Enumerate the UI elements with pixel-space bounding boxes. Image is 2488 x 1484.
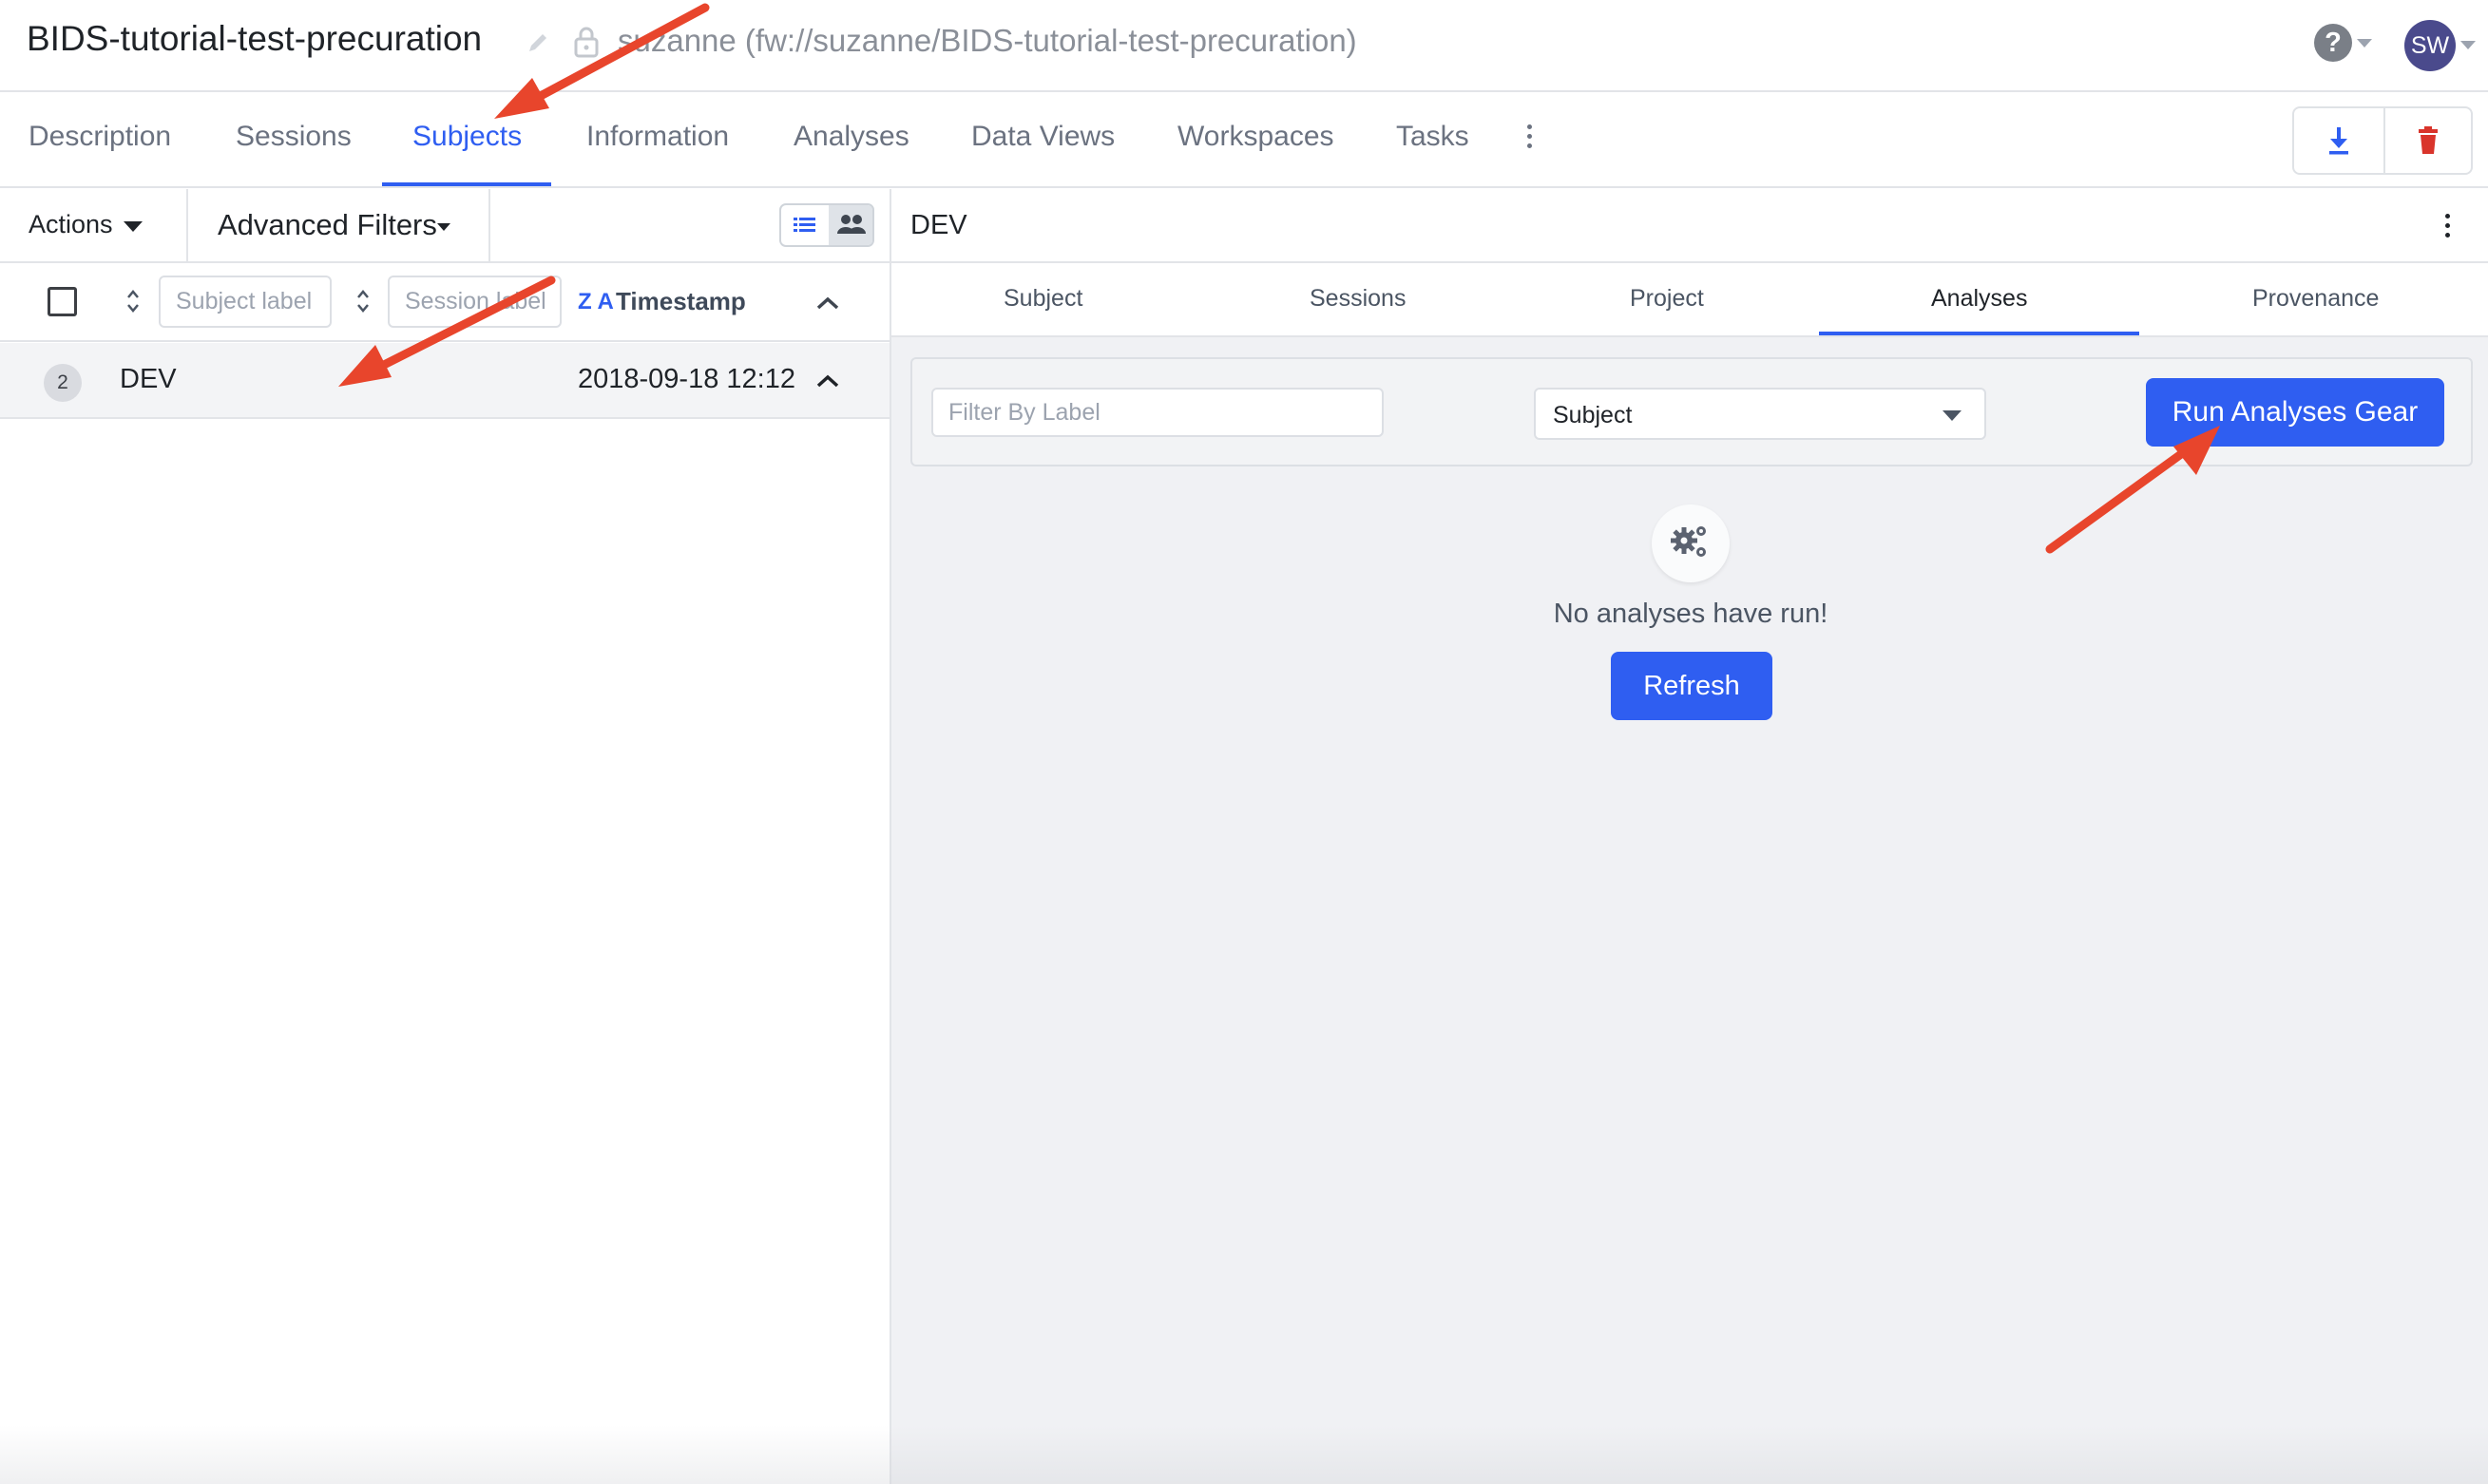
chevron-down-icon[interactable] (437, 223, 450, 231)
tab-workspaces[interactable]: Workspaces (1177, 121, 1334, 153)
project-action-buttons (2292, 106, 2473, 175)
tab-subjects[interactable]: Subjects (412, 121, 522, 153)
tab-information[interactable]: Information (586, 121, 729, 153)
project-header: BIDS-tutorial-test-precuration suzanne (… (0, 0, 2488, 92)
subject-detail-header: DEV (891, 189, 2488, 263)
more-options-icon[interactable] (2442, 214, 2452, 242)
download-icon (2329, 127, 2348, 155)
delete-button[interactable] (2385, 108, 2471, 173)
avatar[interactable]: SW (2404, 20, 2456, 71)
analyses-filter-bar: Subject Run Analyses Gear (910, 357, 2473, 466)
timestamp-header[interactable]: Timestamp (616, 287, 746, 316)
sort-alpha-icon[interactable]: Z A (578, 289, 614, 315)
level-select[interactable]: Subject (1534, 388, 1986, 440)
view-toggle (779, 203, 874, 247)
project-tabs: Description Sessions Subjects Informatio… (0, 92, 2488, 188)
advanced-filters-button[interactable]: Advanced Filters (218, 208, 437, 242)
group-view-button[interactable] (829, 205, 872, 245)
tab-project[interactable]: Project (1630, 285, 1704, 313)
subject-detail-title: DEV (910, 210, 967, 240)
subjects-toolbar: Actions Advanced Filters (0, 189, 890, 263)
chevron-down-icon[interactable] (124, 221, 143, 232)
session-count-badge: 2 (44, 364, 82, 402)
subject-detail-tabs: Subject Sessions Project Analyses Proven… (891, 264, 2488, 337)
subject-timestamp: 2018-09-18 12:12 (578, 364, 795, 394)
download-button[interactable] (2294, 108, 2383, 173)
subject-label[interactable]: DEV (120, 364, 177, 395)
toolbar-divider (488, 189, 490, 263)
trash-icon (2419, 126, 2438, 154)
chevron-up-icon[interactable] (815, 295, 840, 311)
tab-analyses[interactable]: Analyses (794, 121, 909, 153)
toolbar-divider (186, 189, 188, 263)
tab-tasks[interactable]: Tasks (1396, 121, 1469, 153)
sort-icon[interactable] (355, 287, 371, 315)
tab-data-views[interactable]: Data Views (971, 121, 1115, 153)
chevron-down-icon[interactable] (2460, 41, 2476, 49)
bottom-fade (0, 1425, 2488, 1484)
tab-sessions[interactable]: Sessions (1310, 285, 1406, 313)
chevron-up-icon[interactable] (815, 373, 840, 389)
level-select-value: Subject (1553, 402, 1633, 428)
more-tabs-icon[interactable] (1524, 124, 1534, 153)
tab-analyses[interactable]: Analyses (1931, 285, 2027, 313)
project-title: BIDS-tutorial-test-precuration (27, 19, 483, 58)
list-view-button[interactable] (781, 205, 829, 245)
help-icon[interactable]: ? (2314, 24, 2352, 62)
empty-state-message: No analyses have run! (1553, 599, 1828, 629)
filter-by-label-input[interactable] (931, 388, 1384, 437)
gears-icon (1652, 504, 1730, 582)
chevron-down-icon (1943, 410, 1962, 421)
active-tab-indicator (382, 182, 551, 186)
session-label-input[interactable] (388, 276, 562, 328)
subjects-filter-row: Z A Timestamp (0, 264, 890, 342)
refresh-button[interactable]: Refresh (1611, 652, 1772, 720)
tab-provenance[interactable]: Provenance (2252, 285, 2379, 313)
sort-icon[interactable] (125, 287, 141, 315)
list-icon (794, 218, 815, 232)
tab-subject[interactable]: Subject (1004, 285, 1082, 313)
table-row[interactable]: 2 DEV 2018-09-18 12:12 (0, 343, 890, 419)
actions-button[interactable]: Actions (29, 210, 113, 239)
project-path: suzanne (fw://suzanne/BIDS-tutorial-test… (618, 23, 1357, 58)
active-tab-indicator (1819, 332, 2139, 335)
pencil-icon[interactable] (526, 29, 550, 57)
chevron-down-icon[interactable] (2357, 39, 2372, 48)
tab-sessions[interactable]: Sessions (236, 121, 352, 153)
run-analyses-gear-button[interactable]: Run Analyses Gear (2146, 378, 2444, 447)
tab-description[interactable]: Description (29, 121, 171, 153)
users-icon (837, 215, 866, 234)
subject-label-input[interactable] (159, 276, 332, 328)
select-all-checkbox[interactable] (48, 287, 77, 316)
lock-icon (574, 27, 599, 58)
